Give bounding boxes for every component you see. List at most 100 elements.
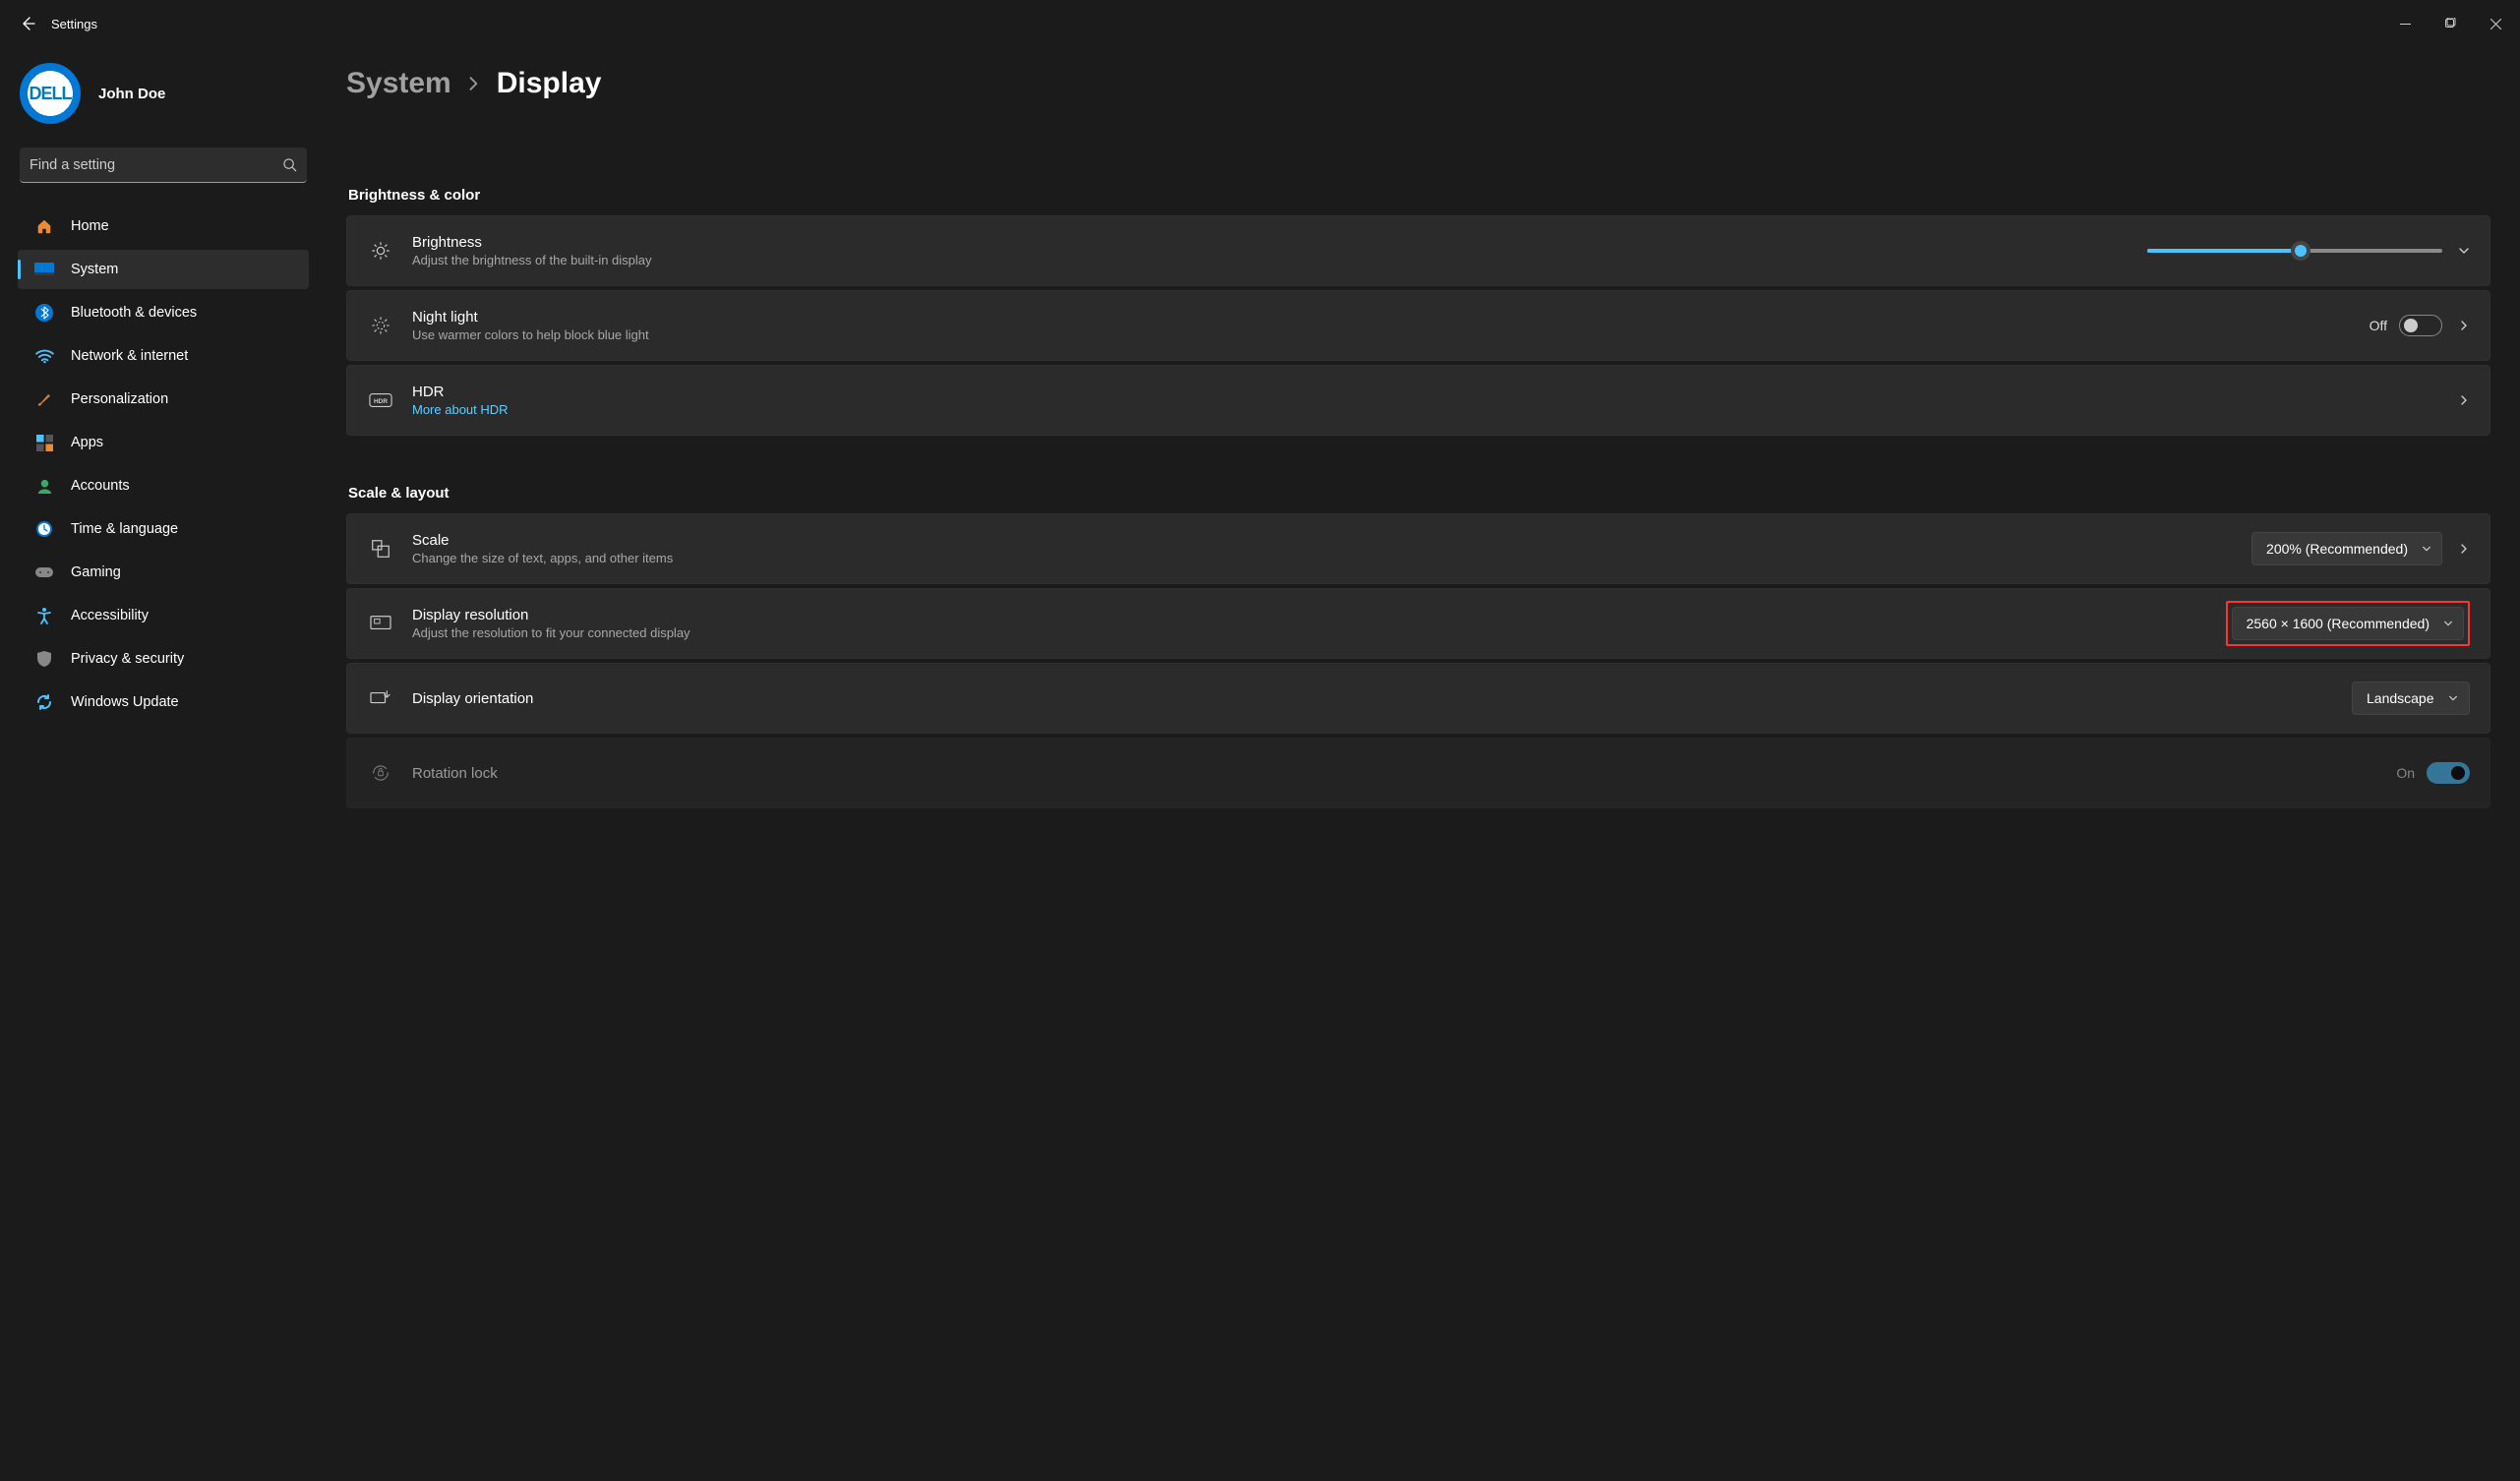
sidebar-item-accessibility[interactable]: Accessibility [18,596,309,635]
sidebar-item-label: Windows Update [71,694,179,710]
gamepad-icon [33,565,55,579]
card-subtitle: Use warmer colors to help block blue lig… [412,327,649,342]
sidebar-item-gaming[interactable]: Gaming [18,553,309,592]
search-box[interactable] [20,148,307,183]
resolution-icon [367,614,394,633]
maximize-button[interactable] [2428,8,2473,39]
clock-icon [33,520,55,538]
card-title: Scale [412,532,673,549]
avatar-text: DELL [30,84,72,104]
home-icon [33,217,55,235]
card-resolution[interactable]: Display resolution Adjust the resolution… [346,588,2490,659]
card-subtitle: Adjust the resolution to fit your connec… [412,625,690,640]
close-button[interactable] [2473,8,2518,39]
apps-icon [33,435,55,451]
orientation-icon [367,688,394,708]
section-header-brightness: Brightness & color [348,187,2490,204]
section-header-scale: Scale & layout [348,485,2490,502]
breadcrumb-current: Display [497,67,602,100]
card-orientation[interactable]: Display orientation Landscape [346,663,2490,734]
rotation-lock-icon [367,762,394,784]
card-hdr[interactable]: HDR HDR More about HDR [346,365,2490,436]
card-rotation-lock: Rotation lock On [346,738,2490,808]
card-subtitle: Change the size of text, apps, and other… [412,551,673,565]
night-light-toggle[interactable] [2399,315,2442,336]
system-icon [33,262,55,277]
titlebar: Settings [0,0,2520,47]
dropdown-value: Landscape [2367,690,2434,706]
sidebar-item-label: Accessibility [71,608,149,623]
sidebar-item-label: Network & internet [71,348,188,364]
dropdown-value: 200% (Recommended) [2266,541,2408,557]
accessibility-icon [33,607,55,624]
chevron-right-icon[interactable] [2458,320,2470,331]
nav-list: Home System Bluetooth & devices Network … [0,203,327,1481]
chevron-right-icon[interactable] [2458,543,2470,555]
sidebar-item-home[interactable]: Home [18,207,309,246]
sidebar-item-network[interactable]: Network & internet [18,336,309,376]
card-title: Display orientation [412,690,533,707]
sidebar-item-apps[interactable]: Apps [18,423,309,462]
card-subtitle: Adjust the brightness of the built-in di… [412,253,652,267]
sidebar-item-label: Privacy & security [71,651,184,667]
sidebar-item-personalization[interactable]: Personalization [18,380,309,419]
account-block[interactable]: DELL John Doe [0,55,327,148]
minimize-button[interactable] [2382,8,2428,39]
wifi-icon [33,349,55,364]
sidebar-item-accounts[interactable]: Accounts [18,466,309,505]
chevron-down-icon [2422,544,2431,554]
breadcrumb: System Display [346,67,2490,100]
night-light-icon [367,315,394,336]
card-title: Rotation lock [412,765,498,782]
breadcrumb-parent[interactable]: System [346,67,451,100]
chevron-right-icon [467,77,481,90]
sidebar-item-bluetooth[interactable]: Bluetooth & devices [18,293,309,332]
orientation-dropdown[interactable]: Landscape [2352,681,2470,715]
sidebar-item-label: Bluetooth & devices [71,305,197,321]
card-title: Display resolution [412,607,690,623]
card-brightness[interactable]: Brightness Adjust the brightness of the … [346,215,2490,286]
scale-dropdown[interactable]: 200% (Recommended) [2251,532,2442,565]
main-content: System Display Brightness & color Bright… [327,47,2520,1481]
sidebar-item-label: Time & language [71,521,178,537]
sidebar-item-label: Apps [71,435,103,450]
toggle-state-label: On [2396,765,2415,781]
chevron-down-icon[interactable] [2458,245,2470,257]
sidebar-item-label: Gaming [71,564,121,580]
sidebar: DELL John Doe Home [0,47,327,1481]
card-title: Brightness [412,234,652,251]
chevron-down-icon [2448,693,2458,703]
dropdown-value: 2560 × 1600 (Recommended) [2247,616,2430,631]
hdr-more-link[interactable]: More about HDR [412,402,509,417]
card-night-light[interactable]: Night light Use warmer colors to help bl… [346,290,2490,361]
sidebar-item-time[interactable]: Time & language [18,509,309,549]
sidebar-item-label: System [71,262,118,277]
hdr-icon: HDR [367,392,394,408]
svg-text:HDR: HDR [374,398,388,405]
chevron-right-icon[interactable] [2458,394,2470,406]
back-button[interactable] [20,16,35,31]
sidebar-item-label: Personalization [71,391,168,407]
card-scale[interactable]: Scale Change the size of text, apps, and… [346,513,2490,584]
user-name: John Doe [98,86,165,102]
search-icon [282,157,297,172]
search-input[interactable] [30,157,282,173]
sidebar-item-label: Home [71,218,109,234]
card-title: Night light [412,309,649,326]
sidebar-item-label: Accounts [71,478,130,494]
brightness-slider[interactable] [2147,241,2442,261]
sidebar-item-update[interactable]: Windows Update [18,682,309,722]
sidebar-item-privacy[interactable]: Privacy & security [18,639,309,679]
resolution-dropdown[interactable]: 2560 × 1600 (Recommended) [2232,607,2464,640]
annotation-highlight: 2560 × 1600 (Recommended) [2226,601,2470,646]
bluetooth-icon [33,304,55,322]
update-icon [33,693,55,711]
shield-icon [33,650,55,668]
paintbrush-icon [33,390,55,408]
sun-icon [367,240,394,262]
window-title: Settings [51,17,97,31]
person-icon [33,478,55,495]
rotation-lock-toggle [2427,762,2470,784]
sidebar-item-system[interactable]: System [18,250,309,289]
card-title: HDR [412,384,509,400]
